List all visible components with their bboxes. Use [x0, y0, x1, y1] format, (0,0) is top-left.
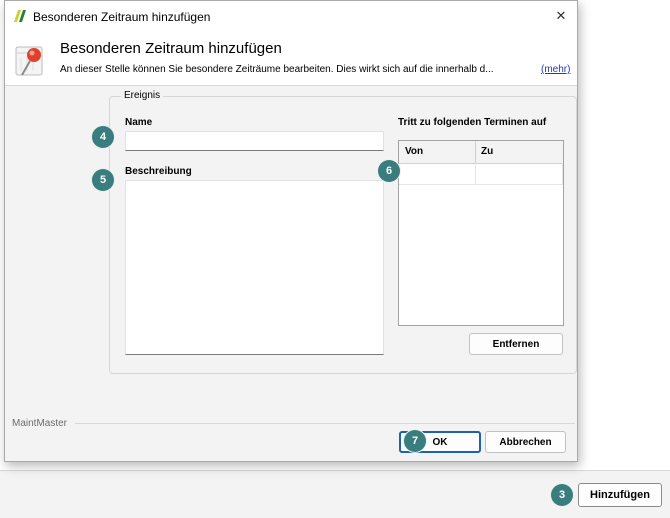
group-legend: Ereignis	[121, 90, 164, 101]
maintmaster-logo-icon	[14, 10, 26, 22]
dialog-header: Besonderen Zeitraum hinzufügen An dieser…	[5, 31, 577, 86]
more-link[interactable]: (mehr)	[541, 64, 570, 75]
brand-divider	[75, 423, 575, 424]
cancel-button[interactable]: Abbrechen	[485, 431, 566, 453]
remove-button[interactable]: Entfernen	[469, 333, 563, 355]
annotation-badge-4: 4	[92, 126, 114, 148]
description-textarea[interactable]	[125, 180, 384, 355]
annotation-badge-5: 5	[92, 169, 114, 191]
list-cell-to[interactable]	[476, 163, 563, 185]
calendar-pin-icon	[15, 46, 43, 76]
window-title: Besonderen Zeitraum hinzufügen	[33, 10, 211, 24]
list-cell-from[interactable]	[399, 163, 476, 185]
annotation-badge-6: 6	[378, 160, 400, 182]
dates-list-header: Von Zu	[399, 141, 563, 164]
close-button[interactable]: ✕	[549, 4, 573, 28]
name-label: Name	[125, 117, 153, 128]
annotation-badge-3: 3	[551, 484, 573, 506]
header-description: An dieser Stelle können Sie besondere Ze…	[60, 64, 494, 75]
dates-list[interactable]: Von Zu	[398, 140, 564, 326]
column-header-from[interactable]: Von	[405, 146, 423, 157]
close-icon: ✕	[555, 8, 567, 23]
header-title: Besonderen Zeitraum hinzufügen	[60, 40, 282, 57]
dates-label: Tritt zu folgenden Terminen auf	[398, 117, 547, 128]
column-divider	[475, 141, 476, 163]
title-bar: Besonderen Zeitraum hinzufügen ✕	[5, 1, 577, 31]
name-input[interactable]	[125, 131, 384, 151]
description-label: Beschreibung	[125, 166, 192, 177]
column-header-to[interactable]: Zu	[481, 146, 493, 157]
annotation-badge-7: 7	[404, 430, 426, 452]
brand-label: MaintMaster	[12, 418, 68, 429]
dialog: Besonderen Zeitraum hinzufügen ✕ Besonde…	[4, 0, 578, 462]
add-button[interactable]: Hinzufügen	[578, 483, 662, 507]
